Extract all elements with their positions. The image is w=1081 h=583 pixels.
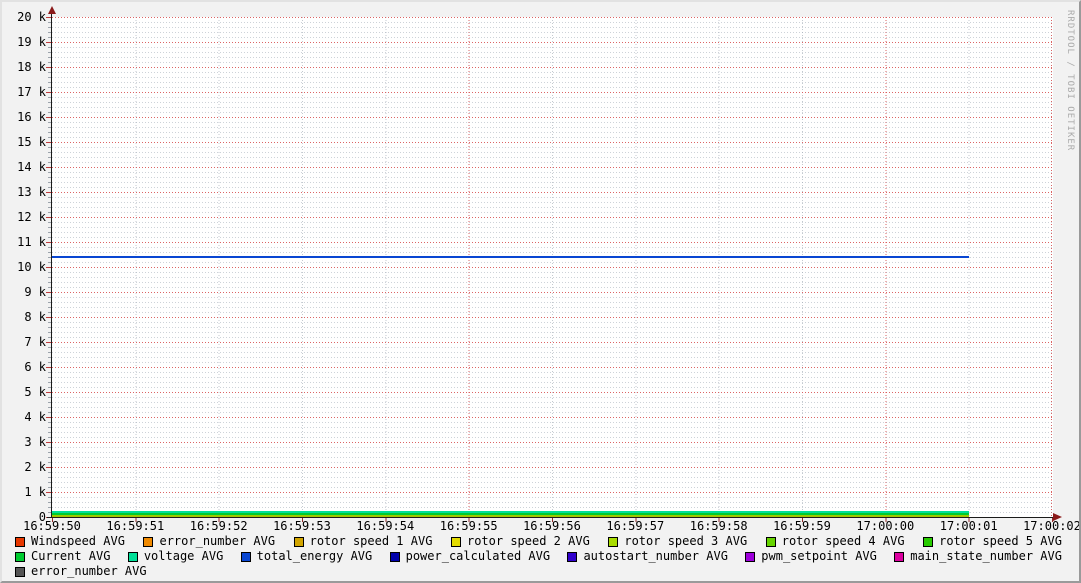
- rrdtool-watermark: RRDTOOL / TOBI OETIKER: [1065, 10, 1075, 152]
- y-tick-label: 7 k: [24, 335, 46, 349]
- x-tick-label: 16:59:57: [606, 519, 665, 533]
- x-axis-line: [47, 517, 1053, 518]
- y-tick-label: 3 k: [24, 435, 46, 449]
- x-tick-label: 17:00:02: [1023, 519, 1081, 533]
- legend-swatch-icon: [127, 551, 138, 562]
- y-tick-label: 4 k: [24, 410, 46, 424]
- x-tick-label: 17:00:00: [856, 519, 915, 533]
- legend-swatch-icon: [608, 536, 619, 547]
- x-tick-label: 16:59:58: [689, 519, 748, 533]
- legend-item: rotor speed 4 AVG: [765, 534, 905, 549]
- x-tick-label: 17:00:01: [939, 519, 998, 533]
- legend-swatch-icon: [15, 536, 25, 547]
- legend-item: Windspeed AVG: [15, 534, 125, 549]
- legend-item: autostart_number AVG: [567, 549, 728, 564]
- y-tick-label: 9 k: [24, 285, 46, 299]
- legend-row: Windspeed AVG error_number AVG rotor speed…: [15, 534, 1062, 549]
- legend-item: total_energy AVG: [240, 549, 373, 564]
- legend-row: error_number AVG: [15, 564, 1062, 579]
- legend-swatch-icon: [567, 551, 578, 562]
- x-tick-label: 16:59:54: [356, 519, 415, 533]
- x-tick-label: 16:59:52: [189, 519, 248, 533]
- legend-label: rotor speed 3 AVG: [624, 534, 748, 548]
- legend-swatch-icon: [389, 551, 400, 562]
- x-tick-label: 16:59:59: [773, 519, 831, 533]
- y-tick-label: 12 k: [17, 210, 46, 224]
- y-tick-label: 8 k: [24, 310, 46, 324]
- legend-label: Current AVG: [31, 549, 111, 563]
- x-tick-label: 16:59:50: [23, 519, 81, 533]
- legend-item: rotor speed 5 AVG: [923, 534, 1062, 549]
- y-tick-label: 5 k: [24, 385, 46, 399]
- legend-swatch-icon: [15, 551, 25, 562]
- legend-label: error_number AVG: [31, 564, 147, 578]
- legend-label: main_state_number AVG: [910, 549, 1062, 563]
- x-tick-label: 16:59:55: [439, 519, 498, 533]
- legend-row: Current AVG voltage AVG total_energy AVG po…: [15, 549, 1062, 564]
- series-line: [52, 256, 969, 258]
- rrdtool-graph: 20 k 19 k 18 k 17 k 16 k 15 k 14 k 13 k 12 k 11 k…: [0, 0, 1081, 583]
- legend-item: main_state_number AVG: [894, 549, 1062, 564]
- x-tick-label: 16:59:56: [523, 519, 581, 533]
- legend-item: error_number AVG: [15, 564, 147, 579]
- legend-label: rotor speed 2 AVG: [466, 534, 590, 548]
- legend-swatch-icon: [745, 551, 756, 562]
- legend-item: pwm_setpoint AVG: [745, 549, 877, 564]
- legend-label: pwm_setpoint AVG: [761, 549, 877, 563]
- y-tick-label: 11 k: [17, 235, 46, 249]
- legend-swatch-icon: [293, 536, 304, 547]
- legend-swatch-icon: [450, 536, 461, 547]
- y-tick-label: 16 k: [17, 110, 46, 124]
- legend-swatch-icon: [143, 536, 154, 547]
- y-tick-label: 20 k: [17, 10, 46, 24]
- y-tick-label: 15 k: [17, 135, 46, 149]
- y-tick-label: 18 k: [17, 60, 46, 74]
- legend-label: power_calculated AVG: [405, 549, 551, 563]
- legend-label: autostart_number AVG: [583, 549, 728, 563]
- legend-swatch-icon: [923, 536, 934, 547]
- y-tick-label: 17 k: [17, 85, 46, 99]
- legend-label: error_number AVG: [159, 534, 276, 548]
- legend-label: rotor speed 4 AVG: [781, 534, 905, 548]
- grid-horizontal: [52, 17, 1053, 518]
- legend-item: rotor speed 1 AVG: [293, 534, 433, 549]
- legend-label: total_energy AVG: [256, 549, 373, 563]
- y-tick-label: 1 k: [24, 485, 46, 499]
- legend-item: rotor speed 3 AVG: [608, 534, 747, 549]
- legend-swatch-icon: [765, 536, 776, 547]
- legend-label: rotor speed 1 AVG: [309, 534, 433, 548]
- legend-item: rotor speed 2 AVG: [450, 534, 590, 549]
- legend-swatch-icon: [240, 551, 251, 562]
- y-axis-line: [51, 12, 52, 518]
- y-tick-label: 14 k: [17, 160, 46, 174]
- legend-label: Windspeed AVG: [31, 534, 125, 548]
- legend-item: power_calculated AVG: [389, 549, 551, 564]
- y-tick-label: 19 k: [17, 35, 46, 49]
- legend-label: voltage AVG: [143, 549, 224, 563]
- legend: Windspeed AVG error_number AVG rotor speed…: [15, 534, 1062, 579]
- x-tick-label: 16:59:53: [273, 519, 331, 533]
- legend-item: error_number AVG: [143, 534, 275, 549]
- legend-swatch-icon: [894, 551, 905, 562]
- legend-swatch-icon: [15, 566, 25, 577]
- legend-label: rotor speed 5 AVG: [939, 534, 1062, 548]
- y-tick-label: 6 k: [24, 360, 46, 374]
- x-tick-label: 16:59:51: [106, 519, 165, 533]
- y-tick-label: 13 k: [17, 185, 46, 199]
- y-axis-arrow-icon: [48, 6, 56, 14]
- y-tick-label: 2 k: [24, 460, 46, 474]
- legend-item: voltage AVG: [127, 549, 224, 564]
- plot-area: [52, 17, 1053, 518]
- legend-item: Current AVG: [15, 549, 110, 564]
- y-tick-label: 10 k: [17, 260, 46, 274]
